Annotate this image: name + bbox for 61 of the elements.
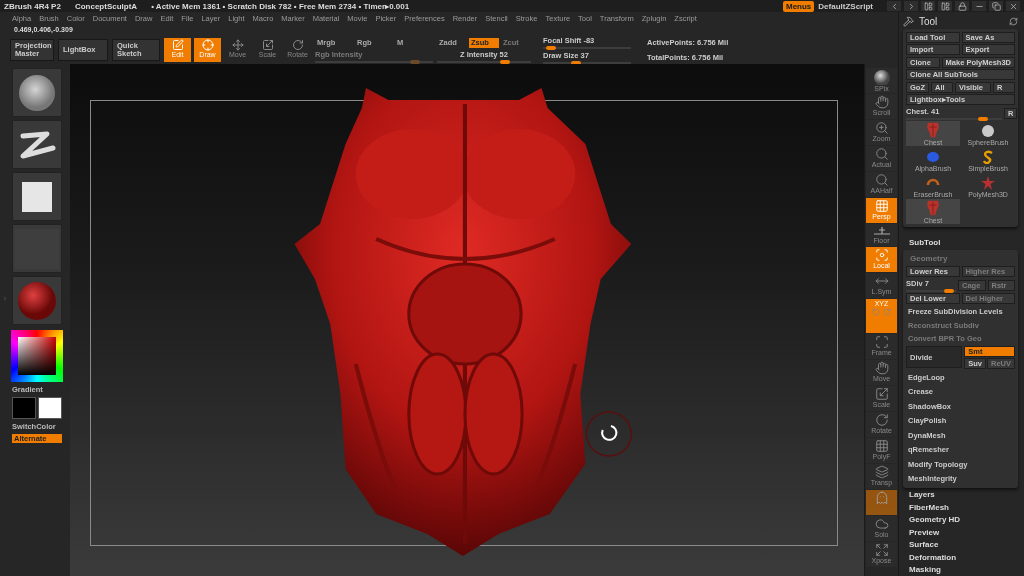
alpha-square-icon[interactable] xyxy=(21,180,53,213)
magnifier-icon xyxy=(874,173,889,187)
subpalette-header[interactable]: Geometry HD xyxy=(903,513,1018,526)
swirl-icon xyxy=(982,150,994,165)
cloud-icon xyxy=(874,517,889,531)
shelf-thumbnail[interactable] xyxy=(12,224,62,273)
slider-thumb[interactable] xyxy=(499,59,510,64)
close-icon[interactable] xyxy=(1006,1,1020,11)
shelf-thumbnail[interactable] xyxy=(12,172,62,221)
slider-thumb[interactable] xyxy=(977,116,988,121)
script-name: DefaultZScript xyxy=(818,1,873,11)
blob-icon xyxy=(926,150,940,165)
subpalette-header[interactable]: SubTool xyxy=(903,235,1018,250)
app-title: ZBrush 4R4 P2 xyxy=(4,1,61,11)
scale-icon xyxy=(874,387,889,401)
refresh-icon[interactable] xyxy=(1009,16,1018,26)
zoom-icon xyxy=(874,121,889,135)
hand-icon xyxy=(874,95,889,109)
ghost-icon xyxy=(874,491,889,505)
menus-toggle[interactable]: Menus xyxy=(783,0,815,12)
rotate-icon xyxy=(874,413,889,427)
scale-icon xyxy=(261,39,274,51)
main-color-swatch[interactable] xyxy=(12,397,36,419)
move-arrows-icon xyxy=(231,39,244,51)
floor-icon xyxy=(872,225,891,237)
magnifier-icon xyxy=(874,147,889,161)
subpalette-header[interactable]: FiberMesh xyxy=(903,500,1018,514)
grid-icon xyxy=(874,199,889,213)
subpalette-header[interactable]: Masking xyxy=(903,563,1018,576)
rotate-icon xyxy=(291,39,304,51)
layers-icon xyxy=(874,465,889,479)
star-icon xyxy=(981,176,995,191)
expand-icon xyxy=(874,543,889,557)
layout-icon[interactable] xyxy=(921,1,935,11)
subpalette-header[interactable]: Surface xyxy=(903,538,1018,551)
slider-thumb[interactable] xyxy=(943,288,954,293)
subpalette-header[interactable]: Layers xyxy=(903,488,1018,501)
restore-icon[interactable] xyxy=(989,1,1003,11)
hammer-icon xyxy=(903,15,914,27)
sphere-icon xyxy=(981,124,995,139)
color-picker[interactable] xyxy=(11,330,63,382)
grid-icon xyxy=(874,439,889,453)
layout-icon[interactable] xyxy=(938,1,952,11)
minimize-icon[interactable] xyxy=(972,1,986,11)
subpalette-header[interactable]: Deformation xyxy=(903,550,1018,564)
rotate-cursor-icon xyxy=(585,411,633,457)
subpalette-header[interactable]: Preview xyxy=(903,525,1018,539)
lock-icon[interactable] xyxy=(955,1,969,11)
shelf-thumbnail[interactable] xyxy=(12,120,62,169)
memory-status: • Active Mem 1361 • Scratch Disk 782 • Free Mem 2734 • Timer▸0.001 xyxy=(151,1,410,11)
pen-square-icon xyxy=(171,39,184,51)
crosshair-icon xyxy=(201,39,214,51)
subpalette-header[interactable]: Geometry xyxy=(906,252,1015,265)
panel-title: Tool xyxy=(919,15,939,27)
secondary-color-swatch[interactable] xyxy=(38,397,62,419)
hand-icon xyxy=(874,361,889,375)
slider-thumb[interactable] xyxy=(545,46,556,50)
focus-icon xyxy=(874,248,889,262)
document-name: ConceptSculptA xyxy=(74,1,138,11)
expand-handle-icon[interactable] xyxy=(2,294,8,302)
frame-icon xyxy=(874,335,889,349)
